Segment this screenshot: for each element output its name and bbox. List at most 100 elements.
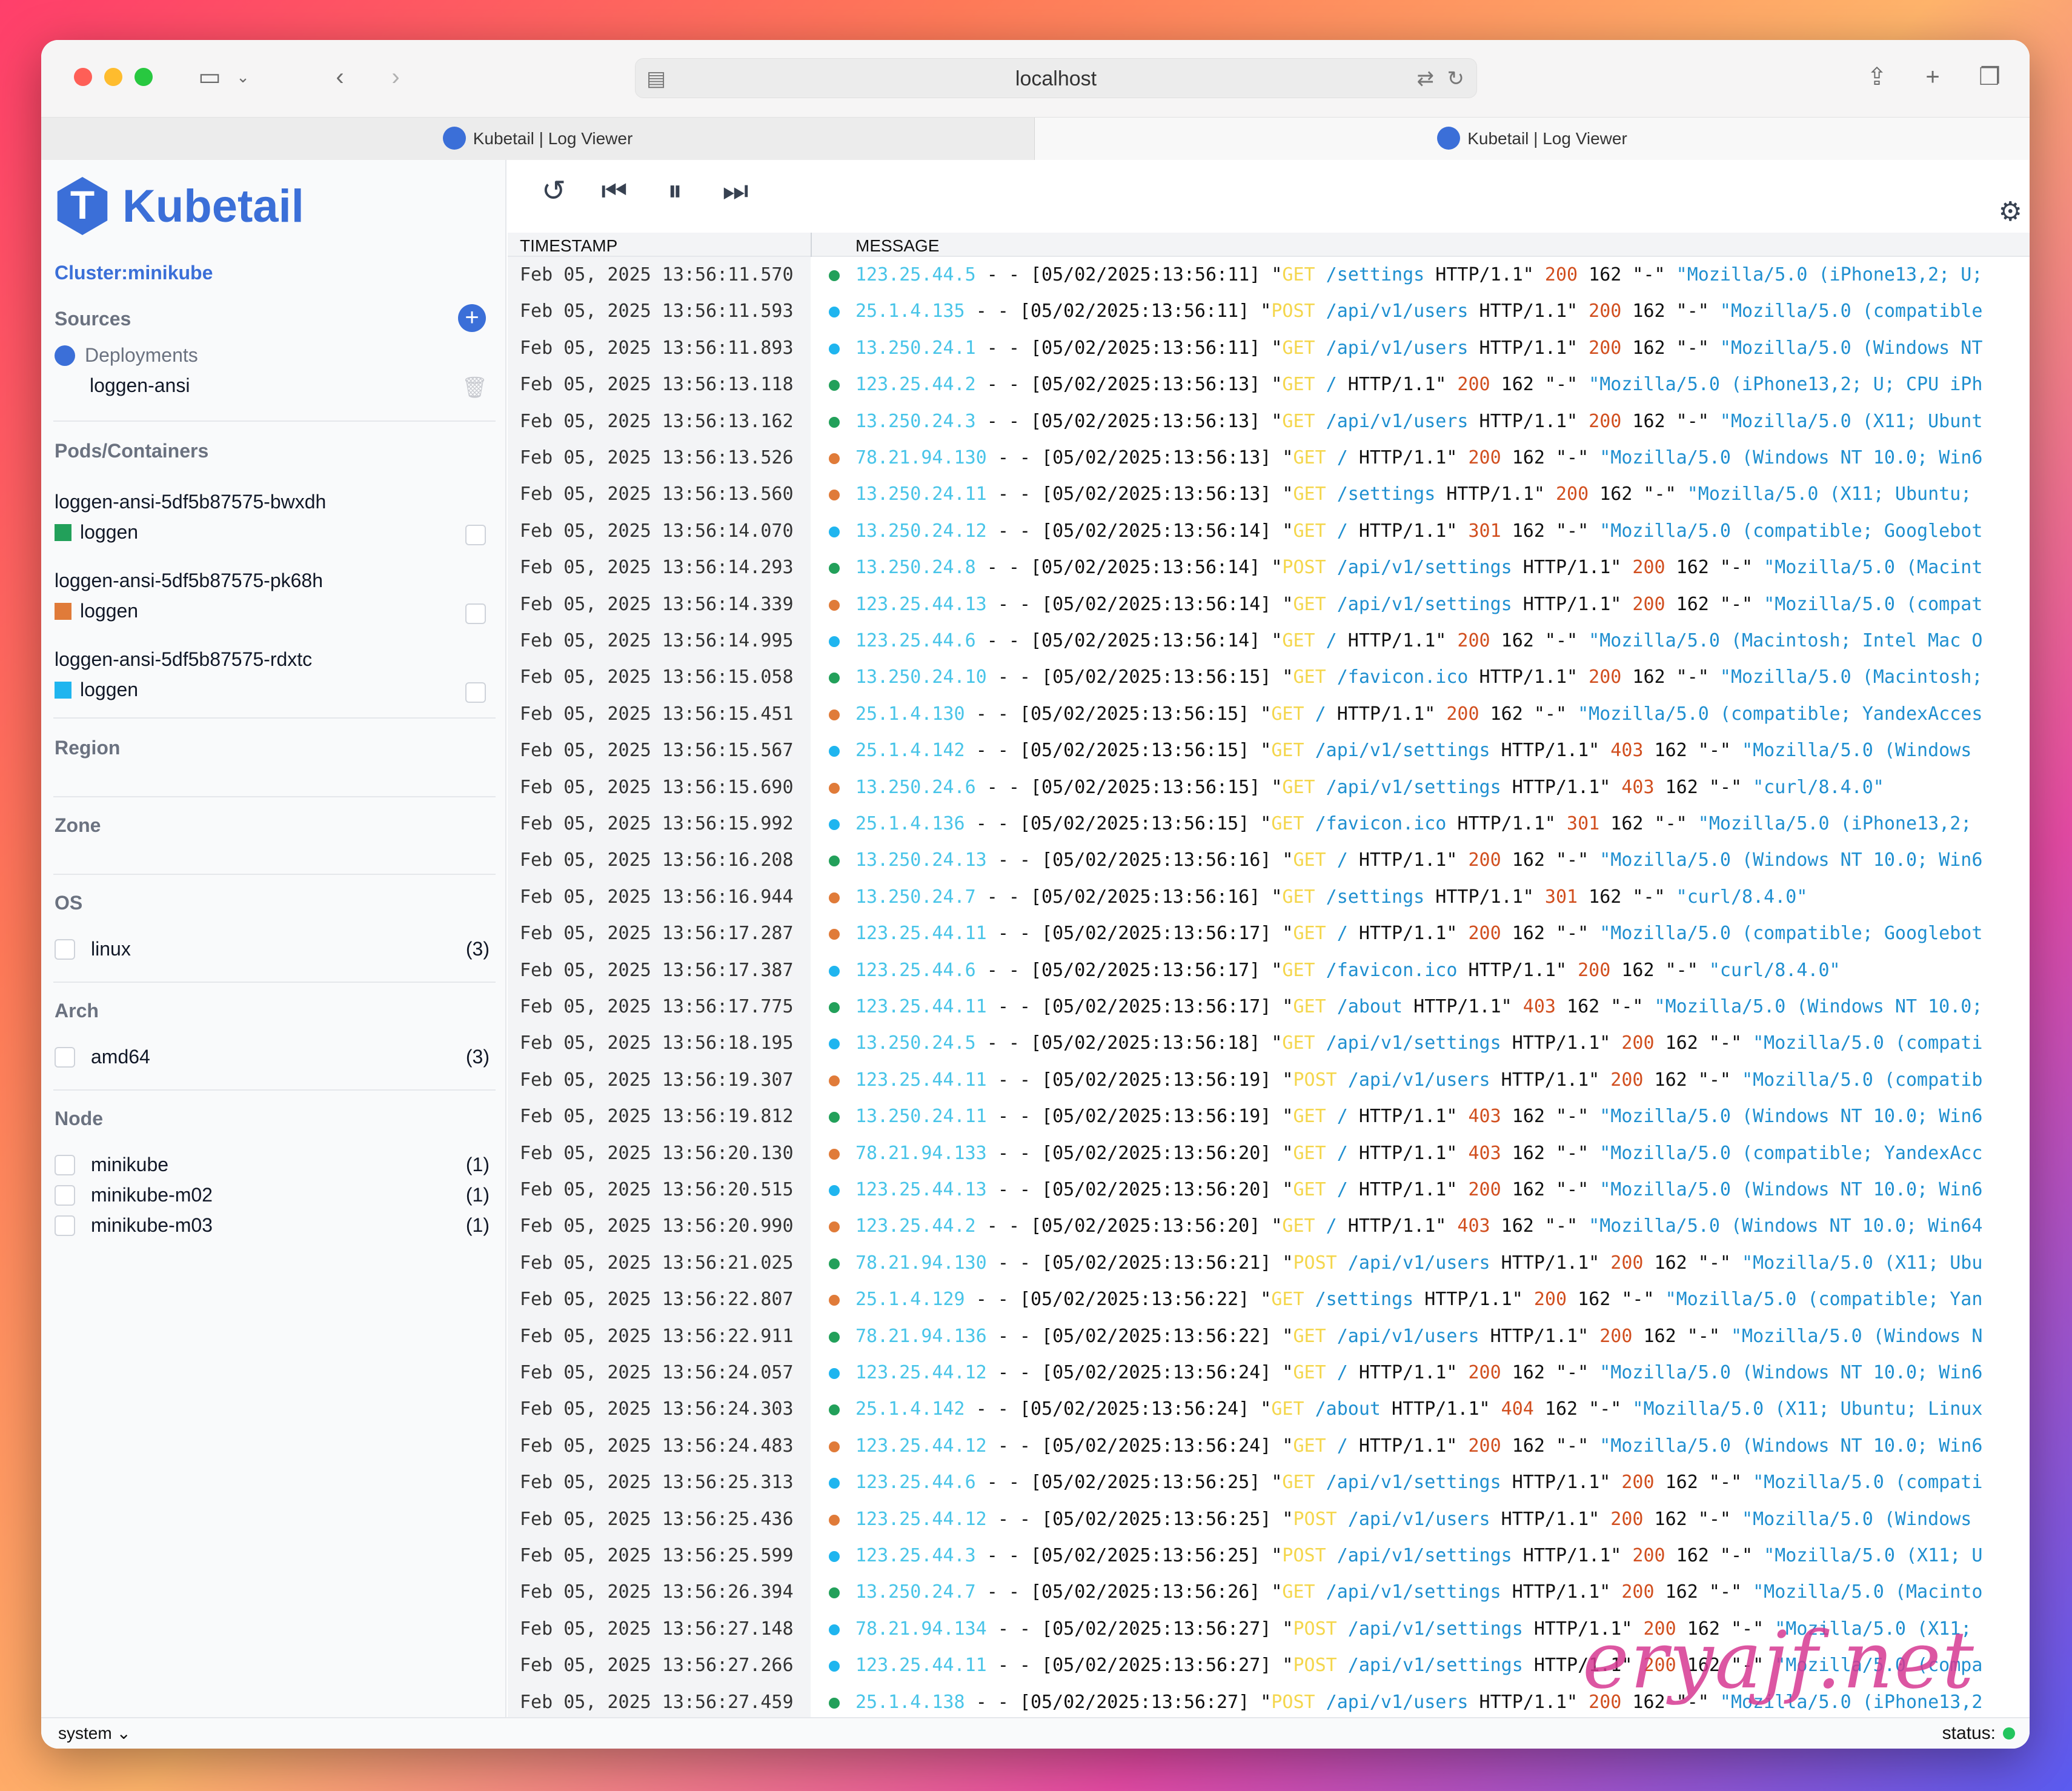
pause-icon[interactable]: ⏸: [657, 173, 693, 210]
log-referrer: "-": [1719, 593, 1753, 615]
log-message: 78.21.94.133 - - [05/02/2025:13:56:20] "…: [855, 1141, 1982, 1166]
share-icon[interactable]: ⇪: [1859, 62, 1895, 92]
container-dot-icon: [829, 1661, 840, 1672]
column-header-timestamp[interactable]: TIMESTAMP: [520, 236, 617, 256]
tab-1[interactable]: Kubetail | Log Viewer: [41, 118, 1035, 160]
container-dot-icon: [829, 1221, 840, 1233]
log-message: 78.21.94.130 - - [05/02/2025:13:56:13] "…: [855, 446, 1982, 470]
add-source-button[interactable]: +: [458, 304, 486, 332]
reload-icon[interactable]: ↻: [1447, 64, 1465, 94]
pod-name: loggen-ansi-5df5b87575-pk68h: [55, 570, 324, 591]
log-protocol: HTTP/1.1": [1512, 776, 1611, 798]
log-size: 162: [1512, 849, 1545, 871]
node-filter-count: (1): [465, 1214, 490, 1236]
log-referrer: "-": [1555, 1435, 1589, 1457]
container-dot-icon: [829, 856, 840, 867]
node-filter-checkbox[interactable]: [55, 1215, 75, 1236]
tab-overview-icon[interactable]: ❐: [1971, 62, 2008, 92]
cluster-label[interactable]: Cluster:minikube: [55, 262, 213, 284]
log-protocol: HTTP/1.1": [1392, 1398, 1490, 1420]
column-header-message[interactable]: MESSAGE: [855, 236, 939, 256]
container-dot-icon: [829, 709, 840, 720]
log-path: /settings: [1337, 483, 1436, 505]
log-message: 25.1.4.135 - - [05/02/2025:13:56:11] "PO…: [855, 299, 1982, 324]
log-timestamp: Feb 05, 2025 13:56:25.599: [520, 1545, 794, 1566]
tab-2[interactable]: Kubetail | Log Viewer: [1035, 118, 2030, 160]
zoom-window-button[interactable]: [134, 68, 153, 86]
node-filter-checkbox[interactable]: [55, 1155, 75, 1175]
node-filter-checkbox[interactable]: [55, 1185, 75, 1206]
log-method: POST: [1271, 301, 1315, 322]
log-protocol: HTTP/1.1": [1413, 996, 1512, 1017]
log-status-code: 200: [1589, 337, 1622, 359]
log-datetime: [05/02/2025:13:56:27]: [1041, 1618, 1272, 1640]
chevron-down-icon[interactable]: ⌄: [234, 62, 252, 92]
log-ip: 13.250.24.3: [855, 410, 976, 432]
log-user-agent: "Mozilla/5.0 (Windows NT: [1719, 337, 1983, 359]
tab-title: Kubetail | Log Viewer: [473, 129, 633, 148]
back-icon[interactable]: ‹: [325, 62, 355, 92]
log-path: /api/v1/settings: [1326, 1472, 1501, 1494]
chevron-down-icon: ⌄: [116, 1724, 131, 1743]
log-dash: - -: [997, 1435, 1031, 1457]
container-color-swatch: [55, 681, 71, 699]
history-icon[interactable]: ↺: [536, 173, 572, 210]
log-path: /favicon.ico: [1315, 813, 1447, 834]
column-divider[interactable]: [811, 233, 812, 257]
brand[interactable]: Kubetail: [53, 176, 304, 236]
log-size: 162: [1643, 1325, 1676, 1347]
divider: [53, 1089, 496, 1091]
log-status-code: 301: [1567, 813, 1600, 834]
theme-select[interactable]: system ⌄: [58, 1723, 131, 1743]
container-dot-icon: [829, 782, 840, 794]
log-size: 162: [1632, 666, 1665, 688]
log-protocol: HTTP/1.1": [1435, 886, 1534, 908]
log-ip: 123.25.44.6: [855, 959, 976, 981]
log-timestamp: Feb 05, 2025 13:56:20.990: [520, 1215, 794, 1237]
log-timestamp: Feb 05, 2025 13:56:15.451: [520, 703, 794, 725]
translate-icon[interactable]: ⇄: [1417, 64, 1435, 94]
log-user-agent: "Mozilla/5.0 (compatible; YandexAcc: [1599, 1142, 1983, 1164]
log-size: 162: [1665, 776, 1698, 798]
arch-filter-checkbox[interactable]: [55, 1047, 75, 1068]
log-referrer: "-": [1698, 1069, 1731, 1091]
skip-to-start-icon[interactable]: ⏮: [596, 173, 633, 210]
log-referrer: "-": [1621, 1289, 1655, 1311]
sidebar-toggle-icon[interactable]: ▭: [191, 62, 228, 92]
minimize-window-button[interactable]: [104, 68, 122, 86]
log-message: 25.1.4.142 - - [05/02/2025:13:56:24] "GE…: [855, 1397, 1982, 1421]
quote: ": [1282, 447, 1293, 468]
container-dot-icon: [829, 1587, 840, 1599]
log-dash: - -: [986, 264, 1020, 285]
log-rows[interactable]: Feb 05, 2025 13:56:11.570 123.25.44.5 - -…: [508, 257, 2030, 1717]
quote: ": [1260, 740, 1272, 762]
address-bar[interactable]: ▤ localhost ⇄ ↻: [635, 58, 1477, 98]
url-text: localhost: [1015, 67, 1097, 90]
log-referrer: "-": [1555, 1142, 1589, 1164]
log-status-code: 301: [1468, 520, 1501, 542]
container-checkbox[interactable]: [465, 682, 486, 703]
log-ip: 13.250.24.7: [855, 886, 976, 908]
skip-to-end-icon[interactable]: ⏭: [717, 173, 754, 210]
new-tab-icon[interactable]: +: [1914, 62, 1951, 92]
log-referrer: "-": [1555, 1362, 1589, 1383]
log-viewer: ↺ ⏮ ⏸ ⏭ ⚙ TIMESTAMP MESSAGE Feb 05, 2025…: [508, 160, 2030, 1717]
footer: system ⌄ status:: [41, 1717, 2030, 1749]
log-path: /: [1326, 1215, 1337, 1237]
gear-icon[interactable]: ⚙: [1999, 196, 2022, 227]
log-referrer: "-": [1555, 1179, 1589, 1200]
log-status-code: 200: [1589, 410, 1622, 432]
log-message: 123.25.44.12 - - [05/02/2025:13:56:25] "…: [855, 1507, 1971, 1532]
node-filter-label: minikube-m03: [91, 1214, 213, 1236]
log-protocol: HTTP/1.1": [1358, 849, 1458, 871]
container-dot-icon: [829, 1148, 840, 1160]
close-window-button[interactable]: [74, 68, 92, 86]
forward-icon[interactable]: ›: [380, 62, 411, 92]
container-checkbox[interactable]: [465, 603, 486, 624]
os-filter-checkbox[interactable]: [55, 939, 75, 960]
log-dash: - -: [997, 666, 1031, 688]
container-checkbox[interactable]: [465, 525, 486, 545]
log-datetime: [05/02/2025:13:56:20]: [1041, 1142, 1272, 1164]
log-status-code: 200: [1468, 849, 1501, 871]
trash-icon[interactable]: 🗑: [462, 376, 488, 400]
